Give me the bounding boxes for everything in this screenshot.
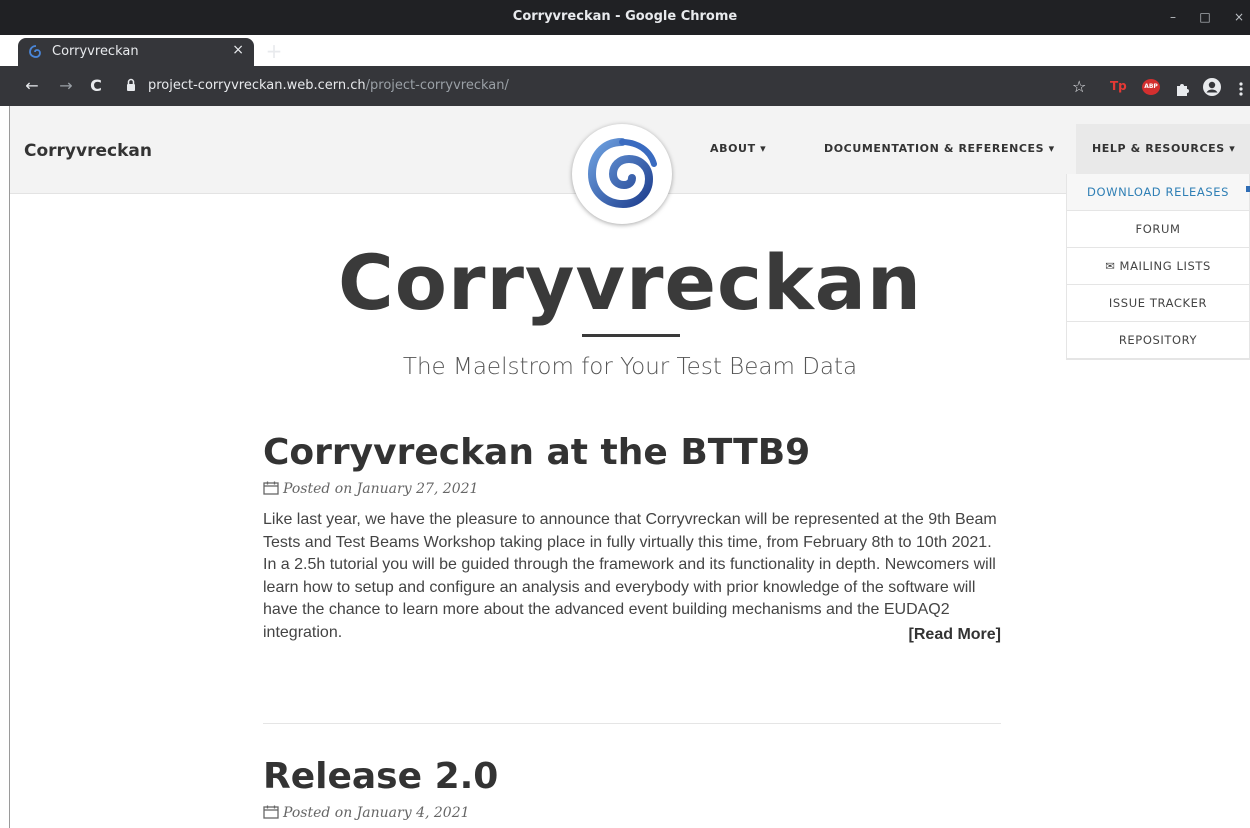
- post-excerpt: Like last year, we have the pleasure to …: [263, 509, 1001, 644]
- post-title-link[interactable]: Corryvreckan at the BTTB9: [263, 432, 1001, 473]
- post-divider: [263, 723, 1001, 724]
- maximize-button[interactable]: □: [1194, 8, 1216, 26]
- hero-divider: [582, 334, 680, 337]
- hero-subtitle: The Maelstrom for Your Test Beam Data: [402, 354, 858, 380]
- adblock-extension-icon[interactable]: ABP: [1142, 79, 1160, 95]
- window-edge: [9, 106, 10, 828]
- site-brand-link[interactable]: Corryvreckan: [24, 141, 152, 161]
- post-meta: Posted on January 4, 2021: [263, 805, 1001, 825]
- post-excerpt-text: Like last year, we have the pleasure to …: [263, 511, 997, 641]
- url-text: project-corryvreckan.web.cern.ch/project…: [148, 78, 509, 93]
- maelstrom-logo-icon: [587, 138, 657, 209]
- spiral-icon: [29, 45, 41, 58]
- nav-help-resources[interactable]: HELP & RESOURCES ▾: [1076, 124, 1250, 174]
- account-icon[interactable]: [1202, 77, 1222, 97]
- forward-icon[interactable]: →: [56, 76, 76, 96]
- post-date: Posted on January 4, 2021: [283, 805, 470, 821]
- url-path: /project-corryvreckan/: [365, 78, 509, 93]
- tp-extension-icon[interactable]: Tp: [1110, 79, 1127, 99]
- back-icon[interactable]: ←: [22, 76, 42, 96]
- dropdown-active-marker: [1246, 186, 1250, 192]
- browser-tab[interactable]: Corryvreckan ×: [18, 38, 254, 66]
- post-title-link[interactable]: Release 2.0: [263, 756, 1001, 797]
- site-logo[interactable]: [572, 124, 672, 224]
- reload-icon[interactable]: C: [86, 76, 106, 96]
- bookmark-star-icon[interactable]: ☆: [1072, 77, 1086, 97]
- new-tab-button[interactable]: +: [264, 38, 284, 64]
- lock-icon: [127, 78, 135, 91]
- dropdown-download-releases[interactable]: DOWNLOAD RELEASES: [1067, 174, 1249, 211]
- menu-icon[interactable]: [1238, 79, 1244, 99]
- puzzle-icon[interactable]: [1174, 79, 1190, 99]
- address-bar[interactable]: project-corryvreckan.web.cern.ch/project…: [118, 73, 1098, 99]
- nav-help-label: HELP & RESOURCES ▾: [1092, 142, 1236, 155]
- post-date: Posted on January 27, 2021: [283, 481, 479, 497]
- close-button[interactable]: ×: [1228, 8, 1250, 26]
- post-preview: Release 2.0 Posted on January 4, 2021: [263, 756, 1001, 825]
- minimize-button[interactable]: –: [1162, 8, 1184, 26]
- hero-title: Corryvreckan: [337, 238, 923, 327]
- url-host: project-corryvreckan.web.cern.ch: [148, 78, 366, 93]
- tab-label: Corryvreckan: [52, 44, 139, 59]
- post-meta: Posted on January 27, 2021: [263, 481, 1001, 501]
- post-preview: Corryvreckan at the BTTB9 Posted on Janu…: [263, 432, 1001, 644]
- window-title: Corryvreckan - Google Chrome: [512, 9, 738, 24]
- window-titlebar: Corryvreckan - Google Chrome – □ ×: [0, 0, 1250, 35]
- calendar-icon: [263, 805, 279, 819]
- tab-close-icon[interactable]: ×: [232, 42, 244, 58]
- read-more-link[interactable]: [Read More]: [909, 626, 1001, 644]
- calendar-icon: [263, 481, 279, 495]
- nav-documentation[interactable]: DOCUMENTATION & REFERENCES ▾: [824, 142, 1055, 155]
- page-viewport: Corryvreckan ABOUT ▾ DOCUMENTATION & REF…: [0, 106, 1250, 828]
- nav-about[interactable]: ABOUT ▾: [710, 142, 766, 155]
